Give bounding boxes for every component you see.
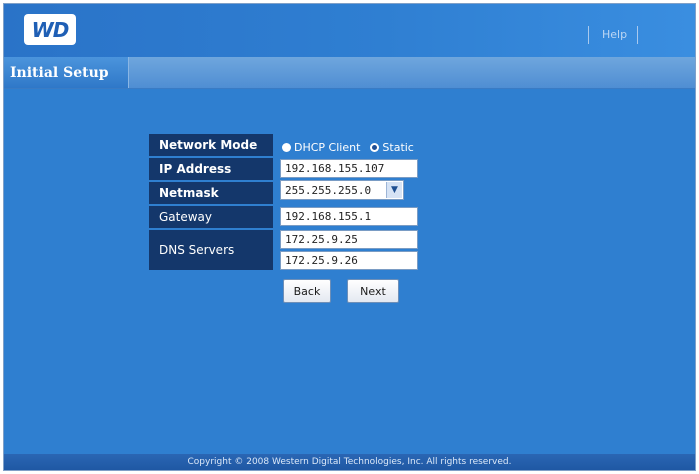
top-bar: WD Help xyxy=(4,4,695,57)
static-radio[interactable] xyxy=(370,143,380,152)
next-button[interactable]: Next xyxy=(347,279,399,303)
gateway-input[interactable]: 192.168.155.1 xyxy=(280,207,418,226)
help-separator-right xyxy=(637,26,638,44)
dns-server-1-input[interactable]: 172.25.9.25 xyxy=(280,230,418,249)
network-mode-label: Network Mode xyxy=(149,134,273,156)
dhcp-client-label: DHCP Client xyxy=(294,141,361,154)
help-separator-left xyxy=(588,26,589,44)
ip-address-label: IP Address xyxy=(149,158,273,180)
help-link[interactable]: Help xyxy=(602,28,627,41)
setup-window: WD Help Initial Setup Network Mode DHCP … xyxy=(3,3,696,471)
netmask-label: Netmask xyxy=(149,182,273,204)
netmask-value: 255.255.255.0 xyxy=(285,184,372,197)
ip-address-input[interactable]: 192.168.155.107 xyxy=(280,159,418,178)
network-mode-radio-group: DHCP Client Static xyxy=(282,141,424,154)
dns-servers-label: DNS Servers xyxy=(149,230,273,270)
tab-strip: Initial Setup xyxy=(4,57,695,89)
dns-server-2-input[interactable]: 172.25.9.26 xyxy=(280,251,418,270)
netmask-select[interactable]: 255.255.255.0 ▼ xyxy=(280,180,404,200)
wd-logo: WD xyxy=(24,14,76,45)
static-label: Static xyxy=(382,141,414,154)
chevron-down-icon[interactable]: ▼ xyxy=(386,182,402,198)
back-button[interactable]: Back xyxy=(283,279,331,303)
logo-text: WD xyxy=(31,17,70,42)
dhcp-client-radio[interactable] xyxy=(282,143,291,152)
tab-initial-setup[interactable]: Initial Setup xyxy=(4,57,129,88)
gateway-label: Gateway xyxy=(149,206,273,228)
copyright-footer: Copyright © 2008 Western Digital Technol… xyxy=(4,454,695,470)
